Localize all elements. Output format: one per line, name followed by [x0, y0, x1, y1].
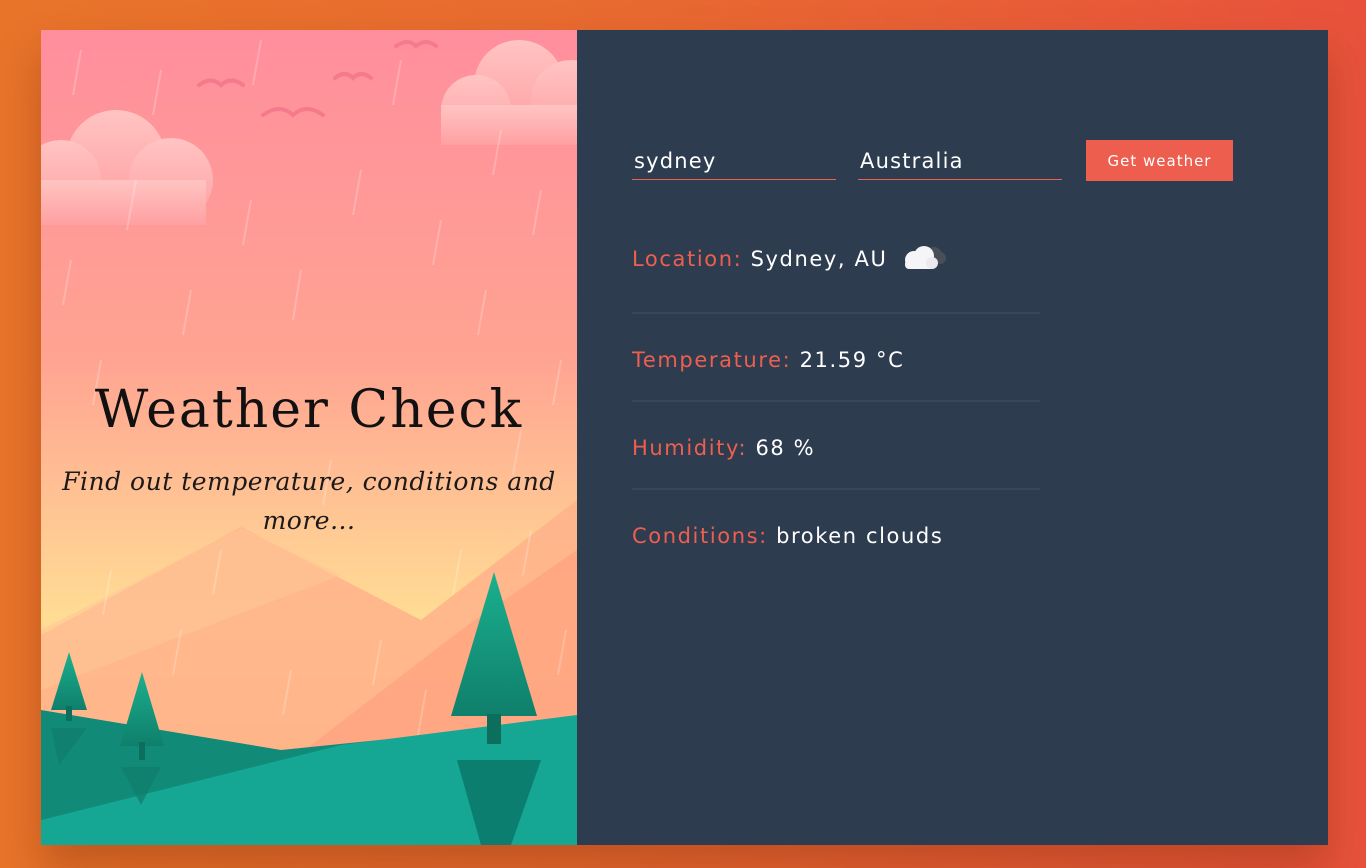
weather-panel: Get weather Location: Sydney, AU Tempera… [577, 30, 1328, 845]
location-label: Location: [632, 247, 743, 271]
cloud-icon [900, 244, 948, 275]
temperature-value: 21.59 °C [799, 348, 905, 372]
location-value: Sydney, AU [750, 247, 888, 271]
divider [632, 400, 1040, 402]
page-subtitle: Find out temperature, conditions and mor… [62, 467, 556, 535]
location-row: Location: Sydney, AU [632, 244, 1040, 275]
hero-panel: Weather Check Find out temperature, cond… [41, 30, 577, 845]
temperature-label: Temperature: [632, 348, 792, 372]
conditions-row: Conditions: broken clouds [632, 524, 1040, 548]
conditions-value: broken clouds [776, 524, 944, 548]
city-input[interactable] [632, 142, 836, 180]
country-input[interactable] [858, 142, 1062, 180]
humidity-row: Humidity: 68 % [632, 436, 1040, 460]
humidity-value: 68 % [755, 436, 816, 460]
app-card: Weather Check Find out temperature, cond… [41, 30, 1328, 845]
hero-text: Weather Check Find out temperature, cond… [41, 380, 577, 540]
divider [632, 488, 1040, 490]
page-title: Weather Check [94, 380, 524, 440]
temperature-row: Temperature: 21.59 °C [632, 348, 1040, 372]
humidity-label: Humidity: [632, 436, 748, 460]
divider [632, 312, 1040, 314]
get-weather-button[interactable]: Get weather [1086, 140, 1233, 181]
conditions-label: Conditions: [632, 524, 768, 548]
